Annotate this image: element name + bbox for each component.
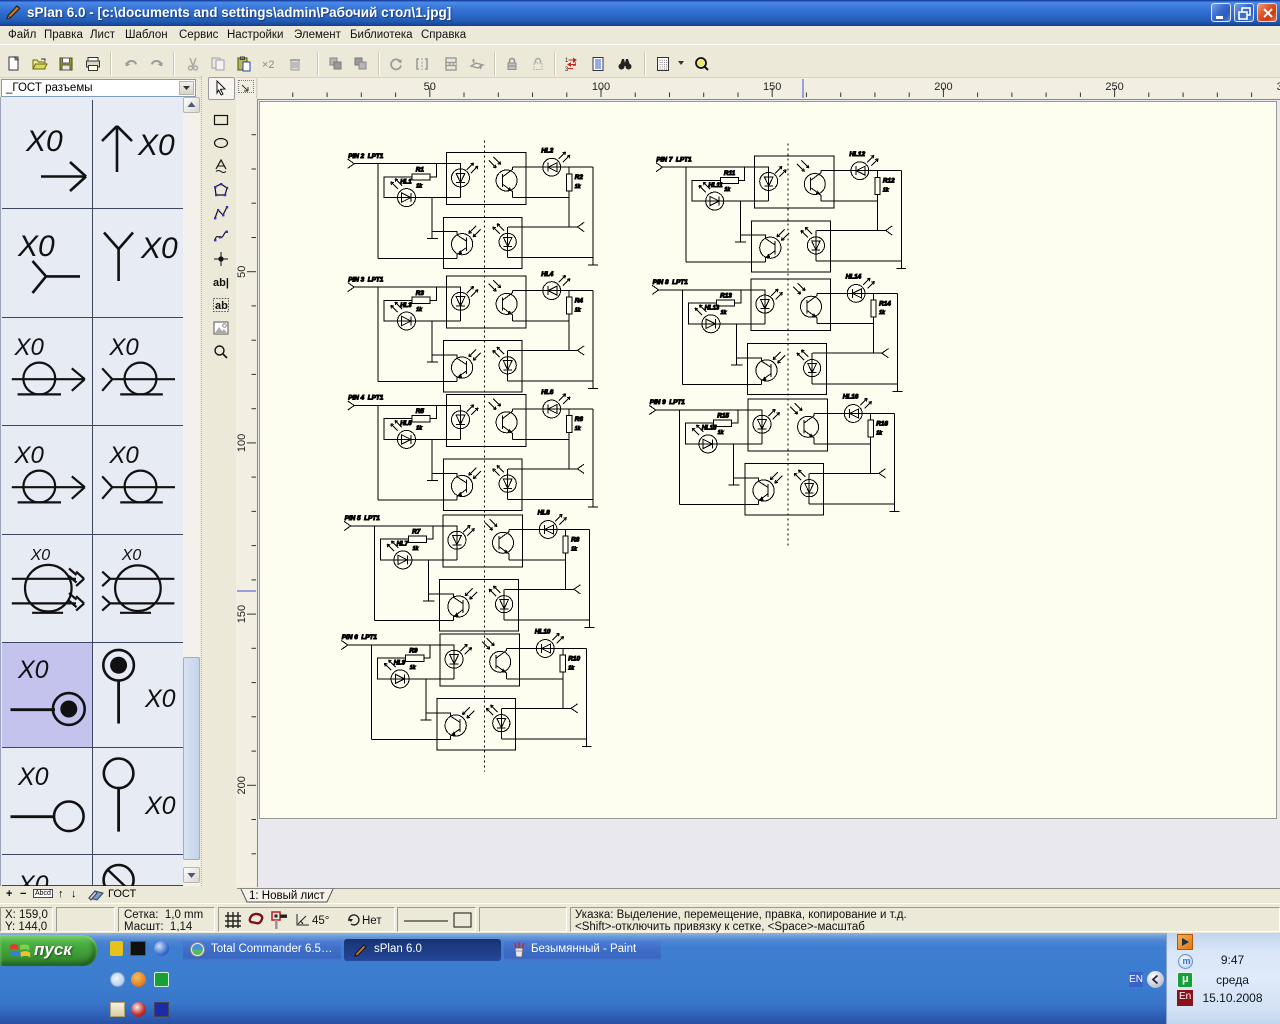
svg-text:HL14: HL14 [845, 273, 861, 280]
svg-text:PIN 8 LPT1: PIN 8 LPT1 [652, 279, 688, 286]
svg-text:R6: R6 [574, 416, 583, 423]
svg-text:1k: 1k [410, 665, 417, 671]
svg-text:100: 100 [236, 434, 248, 452]
svg-text:HL16: HL16 [842, 393, 858, 400]
svg-text:R13: R13 [720, 292, 732, 299]
svg-text:1k: 1k [720, 309, 727, 315]
svg-text:X0: X0 [108, 334, 139, 361]
svg-text:HL8: HL8 [537, 509, 550, 516]
svg-text:X0: X0 [17, 763, 49, 791]
svg-text:R2: R2 [574, 174, 583, 181]
svg-text:R15: R15 [717, 412, 729, 419]
svg-text:1k: 1k [879, 310, 886, 316]
svg-text:HL2: HL2 [541, 147, 554, 154]
svg-text:R16: R16 [876, 420, 888, 427]
svg-text:HL5: HL5 [400, 421, 412, 427]
svg-text:200: 200 [934, 81, 952, 93]
svg-text:R9: R9 [409, 647, 418, 654]
svg-text:X0: X0 [17, 871, 49, 886]
svg-text:HL13: HL13 [704, 305, 719, 311]
svg-text:1k: 1k [717, 430, 724, 436]
svg-text:HL15: HL15 [701, 425, 716, 431]
svg-text:HL1: HL1 [400, 179, 412, 185]
svg-text:X0: X0 [140, 232, 178, 265]
svg-text:X0: X0 [30, 547, 51, 564]
svg-text:1k: 1k [416, 425, 423, 431]
svg-text:200: 200 [236, 776, 248, 794]
svg-text:1k: 1k [416, 183, 423, 189]
svg-text:1k: 1k [568, 665, 575, 671]
svg-text:ab: ab [215, 300, 228, 312]
svg-text:R5: R5 [415, 408, 424, 415]
svg-text:X0: X0 [144, 685, 176, 713]
svg-text:HL3: HL3 [400, 302, 412, 308]
svg-text:50: 50 [236, 266, 248, 278]
svg-text:150: 150 [236, 605, 248, 623]
svg-text:3: 3 [565, 67, 569, 72]
svg-text:X0: X0 [14, 334, 45, 361]
svg-text:R14: R14 [879, 300, 891, 307]
svg-text:×2: ×2 [262, 59, 275, 71]
svg-text:HL4: HL4 [541, 270, 554, 277]
svg-text:R11: R11 [724, 169, 736, 176]
svg-text:HL10: HL10 [535, 628, 551, 635]
svg-text:50: 50 [424, 81, 436, 93]
svg-text:PIN 3 LPT1: PIN 3 LPT1 [348, 276, 384, 283]
svg-text:1k: 1k [574, 184, 581, 190]
svg-text:X0: X0 [121, 547, 142, 564]
svg-text:R4: R4 [574, 297, 583, 304]
svg-text:R3: R3 [415, 289, 424, 296]
svg-text:HL12: HL12 [849, 150, 865, 157]
svg-text:1k: 1k [724, 187, 731, 193]
svg-text:X0: X0 [137, 129, 175, 162]
svg-text:PIN 4 LPT1: PIN 4 LPT1 [348, 394, 384, 401]
svg-text:1: 1 [565, 58, 569, 64]
svg-text:PIN 6 LPT1: PIN 6 LPT1 [342, 634, 378, 641]
svg-text:1k: 1k [571, 546, 578, 552]
svg-text:R7: R7 [412, 528, 421, 535]
svg-text:1k: 1k [883, 187, 890, 193]
svg-text:R10: R10 [568, 655, 580, 662]
svg-text:1k: 1k [876, 430, 883, 436]
svg-text:PIN 7 LPT1: PIN 7 LPT1 [656, 156, 692, 163]
svg-text:1k: 1k [412, 546, 419, 552]
svg-text:X0: X0 [108, 442, 139, 469]
svg-text:X0: X0 [17, 656, 49, 684]
svg-text:1k: 1k [416, 307, 423, 313]
svg-text:HL6: HL6 [541, 389, 554, 396]
svg-text:PIN 5 LPT1: PIN 5 LPT1 [344, 515, 380, 522]
svg-text:150: 150 [763, 81, 781, 93]
svg-text:HL7: HL7 [396, 541, 408, 547]
svg-text:ab|: ab| [213, 277, 229, 289]
svg-text:PIN 2 LPT1: PIN 2 LPT1 [348, 152, 384, 159]
svg-text:X0: X0 [144, 792, 176, 820]
svg-text:PIN 9 LPT1: PIN 9 LPT1 [649, 399, 685, 406]
svg-text:X0: X0 [17, 230, 55, 263]
svg-text:250: 250 [1105, 81, 1123, 93]
svg-text:HL9: HL9 [394, 660, 406, 666]
svg-text:X0: X0 [25, 125, 63, 158]
svg-text:1k: 1k [574, 425, 581, 431]
svg-text:300: 300 [1277, 81, 1280, 93]
svg-text:X0: X0 [14, 442, 45, 469]
svg-text:100: 100 [592, 81, 610, 93]
svg-text:R1: R1 [415, 166, 424, 173]
svg-text:R12: R12 [883, 177, 895, 184]
svg-text:HL11: HL11 [708, 182, 723, 188]
svg-text:1k: 1k [574, 307, 581, 313]
svg-text:R8: R8 [571, 536, 580, 543]
